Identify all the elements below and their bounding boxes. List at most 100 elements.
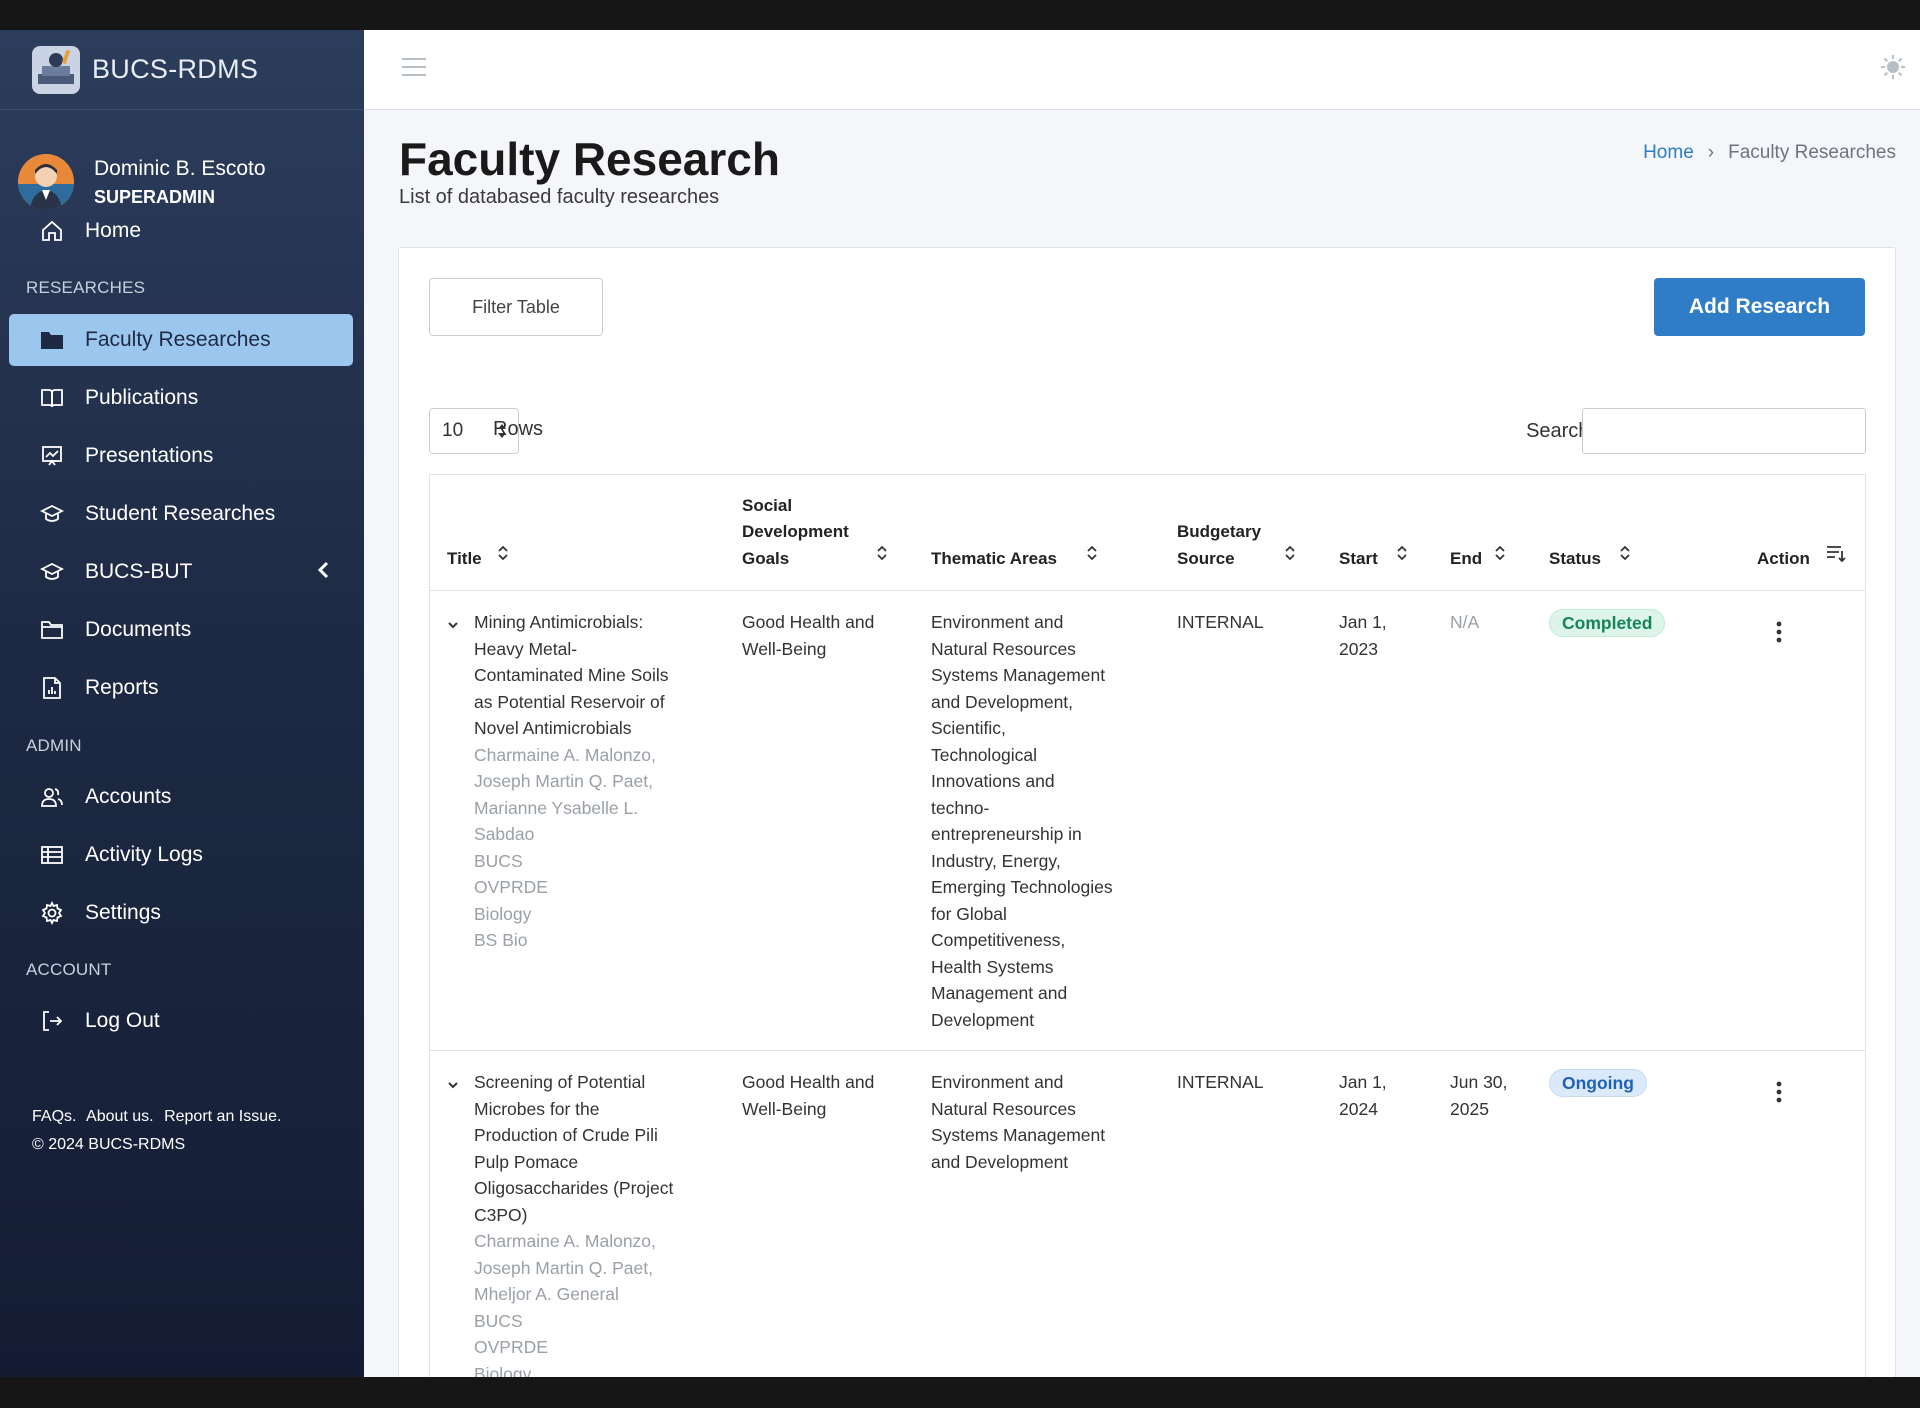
- rows-label: Rows: [493, 418, 544, 440]
- breadcrumb-home[interactable]: Home: [1643, 142, 1694, 164]
- column-header-action[interactable]: Action: [1757, 545, 1846, 573]
- chevron-left-icon[interactable]: [317, 561, 329, 585]
- cell-title: Screening of Potential Microbes for the …: [474, 1072, 674, 1377]
- page-subtitle: List of databased faculty researches: [399, 186, 720, 208]
- sidebar-item-log-out[interactable]: Log Out: [9, 995, 353, 1047]
- sidebar-item-label: Faculty Researches: [85, 328, 271, 351]
- cell-end: N/A: [1450, 612, 1480, 632]
- sidebar: BUCS-RDMS Dominic B. Escoto SUPERADMIN H…: [0, 30, 364, 1377]
- sidebar-item-faculty-researches[interactable]: Faculty Researches: [9, 314, 353, 366]
- cell-start: Jan 1, 2024: [1339, 1072, 1387, 1119]
- chevron-down-icon[interactable]: [447, 1077, 459, 1095]
- sidebar-item-label: Log Out: [85, 1009, 160, 1032]
- breadcrumb-current: Faculty Researches: [1728, 142, 1896, 163]
- nav-section-admin: ADMIN: [26, 736, 82, 755]
- sort-icon: [1396, 544, 1408, 571]
- sidebar-item-label: Home: [85, 219, 142, 242]
- sidebar-footer: FAQs. About us. Report an Issue. © 2024 …: [32, 1103, 287, 1159]
- book-open-icon: [39, 385, 65, 411]
- rows-value: 10: [442, 420, 464, 441]
- sidebar-item-settings[interactable]: Settings: [9, 887, 353, 939]
- cell-budget: INTERNAL: [1177, 612, 1264, 632]
- breadcrumb: Home › Faculty Researches: [1643, 142, 1896, 164]
- kebab-icon[interactable]: [1776, 621, 1782, 648]
- sidebar-item-publications[interactable]: Publications: [9, 372, 353, 424]
- cell-status: Ongoing: [1549, 1069, 1647, 1097]
- sidebar-item-bucs-but[interactable]: BUCS-BUT: [9, 546, 353, 598]
- column-header-title[interactable]: Title: [447, 545, 508, 573]
- sidebar-item-student-researches[interactable]: Student Researches: [9, 488, 353, 540]
- sidebar-item-activity-logs[interactable]: Activity Logs: [9, 829, 353, 881]
- sidebar-item-home[interactable]: Home: [9, 205, 353, 257]
- table-row[interactable]: Mining Antimicrobials: Heavy Metal- Cont…: [430, 591, 1865, 1051]
- sidebar-item-label: Activity Logs: [85, 843, 203, 866]
- cell-start: Jan 1, 2023: [1339, 612, 1387, 659]
- gear-icon: [39, 900, 65, 926]
- nav-section-account: ACCOUNT: [26, 960, 112, 979]
- sidebar-item-presentations[interactable]: Presentations: [9, 430, 353, 482]
- cell-sdg: Good Health and Well-Being: [742, 1072, 875, 1119]
- sidebar-item-label: Settings: [85, 901, 161, 924]
- sidebar-item-label: Publications: [85, 386, 199, 409]
- page-title: Faculty Research: [399, 133, 780, 185]
- sidebar-item-label: BUCS-BUT: [85, 560, 193, 583]
- about-link[interactable]: About us.: [86, 1108, 154, 1125]
- cell-thematic: Environment and Natural Resources System…: [931, 1072, 1106, 1172]
- search-input[interactable]: [1582, 408, 1866, 454]
- sidebar-item-label: Presentations: [85, 444, 214, 467]
- sun-icon[interactable]: [1880, 54, 1906, 85]
- column-header-thematic[interactable]: Thematic Areas: [931, 545, 1097, 573]
- graduation-cap-icon: [39, 559, 65, 585]
- users-icon: [39, 784, 65, 810]
- cell-thematic: Environment and Natural Resources System…: [931, 612, 1113, 1030]
- folder-icon: [39, 327, 65, 353]
- copyright: © 2024 BUCS-RDMS: [32, 1136, 186, 1153]
- table-header: Title Social Development Goals Thematic …: [430, 475, 1865, 591]
- sidebar-item-accounts[interactable]: Accounts: [9, 771, 353, 823]
- presentation-icon: [39, 443, 65, 469]
- sidebar-item-label: Reports: [85, 676, 159, 699]
- brand-name: BUCS-RDMS: [92, 54, 259, 84]
- sort-icon: [1284, 544, 1296, 571]
- user-name: Dominic B. Escoto: [94, 156, 266, 180]
- column-menu-icon: [1826, 544, 1846, 571]
- faqs-link[interactable]: FAQs.: [32, 1108, 76, 1125]
- sort-icon: [1086, 544, 1098, 571]
- filter-table-button[interactable]: Filter Table: [429, 278, 603, 336]
- avatar: [18, 154, 74, 210]
- column-header-start[interactable]: Start: [1339, 545, 1407, 573]
- report-issue-link[interactable]: Report an Issue.: [164, 1108, 281, 1125]
- sort-icon: [1619, 544, 1631, 571]
- graduation-cap-icon: [39, 501, 65, 527]
- table-icon: [39, 842, 65, 868]
- sidebar-item-documents[interactable]: Documents: [9, 604, 353, 656]
- status-badge: Completed: [1549, 609, 1666, 637]
- chevron-down-icon[interactable]: [447, 617, 459, 635]
- kebab-icon[interactable]: [1776, 1081, 1782, 1108]
- research-table: Title Social Development Goals Thematic …: [429, 474, 1866, 1377]
- brand[interactable]: BUCS-RDMS: [0, 30, 364, 110]
- column-header-budget[interactable]: Budgetary Source: [1177, 519, 1295, 572]
- cell-status: Completed: [1549, 609, 1666, 637]
- sort-icon: [1494, 544, 1506, 571]
- column-header-end[interactable]: End: [1450, 545, 1505, 573]
- logout-icon: [39, 1008, 65, 1034]
- sidebar-item-reports[interactable]: Reports: [9, 662, 353, 714]
- hamburger-icon[interactable]: [402, 58, 426, 78]
- table-row[interactable]: Screening of Potential Microbes for the …: [430, 1051, 1865, 1377]
- chevron-right-icon: ›: [1707, 142, 1715, 163]
- add-research-button[interactable]: Add Research: [1654, 278, 1865, 336]
- column-header-sdg[interactable]: Social Development Goals: [742, 493, 887, 573]
- sidebar-item-label: Accounts: [85, 785, 172, 808]
- sidebar-item-label: Documents: [85, 618, 192, 641]
- column-header-status[interactable]: Status: [1549, 545, 1630, 573]
- report-icon: [39, 675, 65, 701]
- folder-outline-icon: [39, 617, 65, 643]
- research-card: Filter Table Add Research 10 Rows Search…: [398, 247, 1896, 1377]
- sort-icon: [876, 544, 888, 571]
- nav-section-researches: RESEARCHES: [26, 278, 146, 297]
- sort-icon: [497, 544, 509, 571]
- home-icon: [39, 218, 65, 244]
- brand-logo: [32, 45, 80, 94]
- main-content: Faculty Research List of databased facul…: [364, 30, 1920, 1377]
